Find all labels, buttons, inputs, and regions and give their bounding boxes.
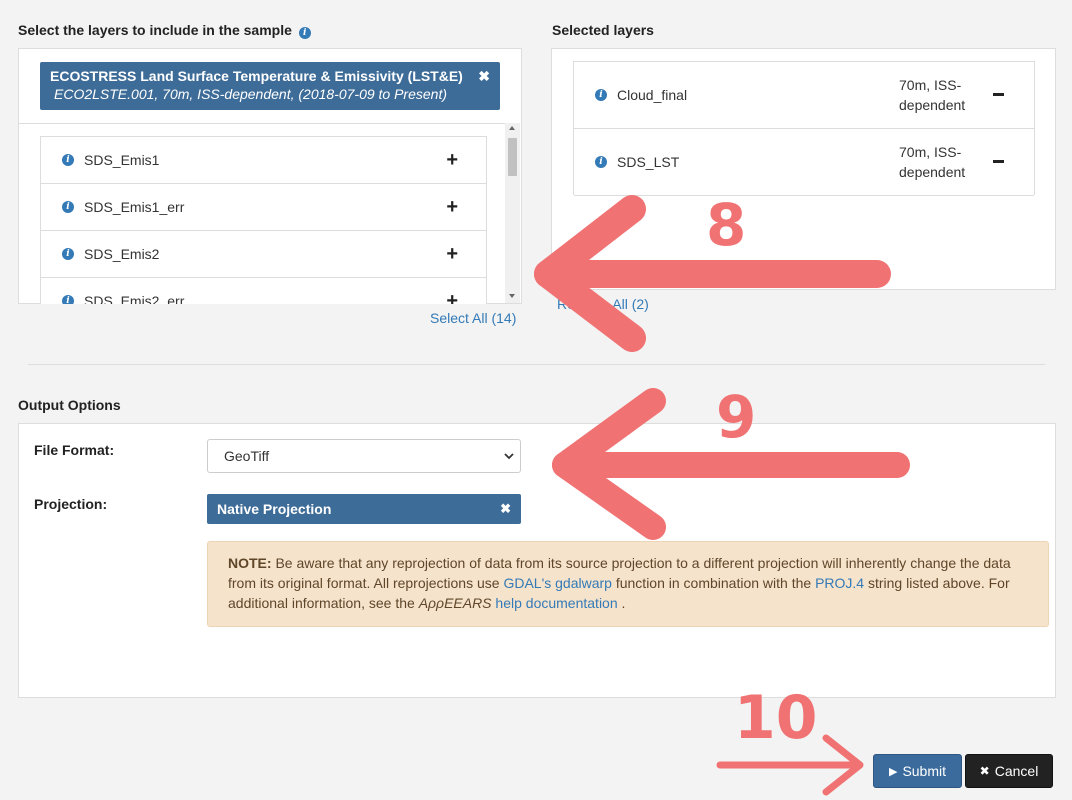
projection-value: Native Projection <box>217 501 332 517</box>
remove-icon[interactable] <box>993 160 1004 163</box>
layer-list-scrollbar[interactable] <box>505 123 520 303</box>
cancel-button[interactable]: ✖ Cancel <box>965 754 1053 788</box>
projection-chip[interactable]: Native Projection ✖ <box>207 494 521 524</box>
selected-list-item: i SDS_LST 70m, ISS- dependent <box>574 129 1034 196</box>
file-format-label: File Format: <box>34 442 115 458</box>
annotation-number-10: 10 <box>734 683 818 753</box>
selected-list-item: i Cloud_final 70m, ISS- dependent <box>574 62 1034 129</box>
close-icon[interactable]: ✖ <box>478 68 490 85</box>
scrollbar-thumb[interactable] <box>508 138 517 176</box>
info-icon[interactable]: i <box>62 201 74 213</box>
layer-name: SDS_Emis1_err <box>84 199 185 215</box>
help-documentation-link[interactable]: help documentation <box>495 595 617 611</box>
add-icon[interactable]: + <box>446 290 458 305</box>
info-icon[interactable]: i <box>595 89 607 101</box>
remove-all-link[interactable]: Remove All (2) <box>557 296 649 312</box>
proj4-link[interactable]: PROJ.4 <box>815 575 864 591</box>
selected-layers-title: Selected layers <box>552 22 654 38</box>
layers-panel: ECOSTRESS Land Surface Temperature & Emi… <box>18 48 522 304</box>
info-icon[interactable]: i <box>62 295 74 304</box>
info-icon[interactable]: i <box>62 154 74 166</box>
note-lead: NOTE: <box>228 555 272 571</box>
appeears-name: AρρEEARS <box>418 595 492 611</box>
list-item[interactable]: i SDS_Emis2_err + <box>41 278 486 304</box>
list-item[interactable]: i SDS_Emis1 + <box>41 137 486 184</box>
product-name: ECOSTRESS Land Surface Temperature & Emi… <box>50 68 463 84</box>
add-icon[interactable]: + <box>446 196 458 219</box>
annotation-number-8: 8 <box>706 191 747 259</box>
scroll-up-arrow-icon[interactable] <box>509 126 515 130</box>
remove-icon[interactable] <box>993 93 1004 96</box>
info-icon[interactable]: i <box>595 156 607 168</box>
select-all-link[interactable]: Select All (14) <box>430 310 516 326</box>
layer-name: SDS_Emis1 <box>84 152 160 168</box>
close-icon[interactable]: ✖ <box>500 501 511 517</box>
info-icon[interactable]: i <box>62 248 74 260</box>
add-icon[interactable]: + <box>446 243 458 266</box>
submit-label: Submit <box>902 763 947 779</box>
output-options-title: Output Options <box>18 397 121 413</box>
section-divider <box>28 364 1045 365</box>
layer-list: i SDS_Emis1 + i SDS_Emis1_err + i SDS_Em… <box>40 136 487 304</box>
layer-resolution: 70m, ISS- dependent <box>899 144 966 180</box>
scroll-down-arrow-icon[interactable] <box>509 294 515 298</box>
file-format-value: GeoTiff <box>224 448 270 464</box>
layer-name: SDS_Emis2 <box>84 246 160 262</box>
list-item[interactable]: i SDS_Emis1_err + <box>41 184 486 231</box>
layer-list-viewport: i SDS_Emis1 + i SDS_Emis1_err + i SDS_Em… <box>19 123 505 304</box>
product-chip: ECOSTRESS Land Surface Temperature & Emi… <box>40 62 500 110</box>
cancel-label: Cancel <box>994 763 1039 779</box>
close-icon: ✖ <box>979 764 990 778</box>
list-item[interactable]: i SDS_Emis2 + <box>41 231 486 278</box>
selected-layers-panel: i Cloud_final 70m, ISS- dependent i SDS_… <box>551 48 1056 290</box>
layer-name: SDS_LST <box>617 154 680 170</box>
info-icon[interactable]: i <box>298 27 311 39</box>
layer-resolution: 70m, ISS- dependent <box>899 77 966 113</box>
layer-name: Cloud_final <box>617 87 688 103</box>
chevron-down-icon <box>504 453 514 460</box>
file-format-select[interactable]: GeoTiff <box>207 439 521 473</box>
product-meta: ECO2LSTE.001, 70m, ISS-dependent, (2018-… <box>54 86 448 102</box>
annotation-number-9: 9 <box>716 383 757 451</box>
selected-layer-list: i Cloud_final 70m, ISS- dependent i SDS_… <box>573 61 1035 196</box>
gdal-link[interactable]: GDAL's gdalwarp <box>503 575 612 591</box>
reprojection-note: NOTE: Be aware that any reprojection of … <box>207 541 1049 627</box>
add-icon[interactable]: + <box>446 149 458 172</box>
output-options-panel: File Format: GeoTiff Projection: Native … <box>18 423 1056 698</box>
submit-button[interactable]: ▶ Submit <box>873 754 962 788</box>
layer-name: SDS_Emis2_err <box>84 293 185 304</box>
layers-section-title: Select the layers to include in the samp… <box>18 22 311 39</box>
projection-label: Projection: <box>34 496 108 512</box>
play-icon: ▶ <box>888 765 898 778</box>
